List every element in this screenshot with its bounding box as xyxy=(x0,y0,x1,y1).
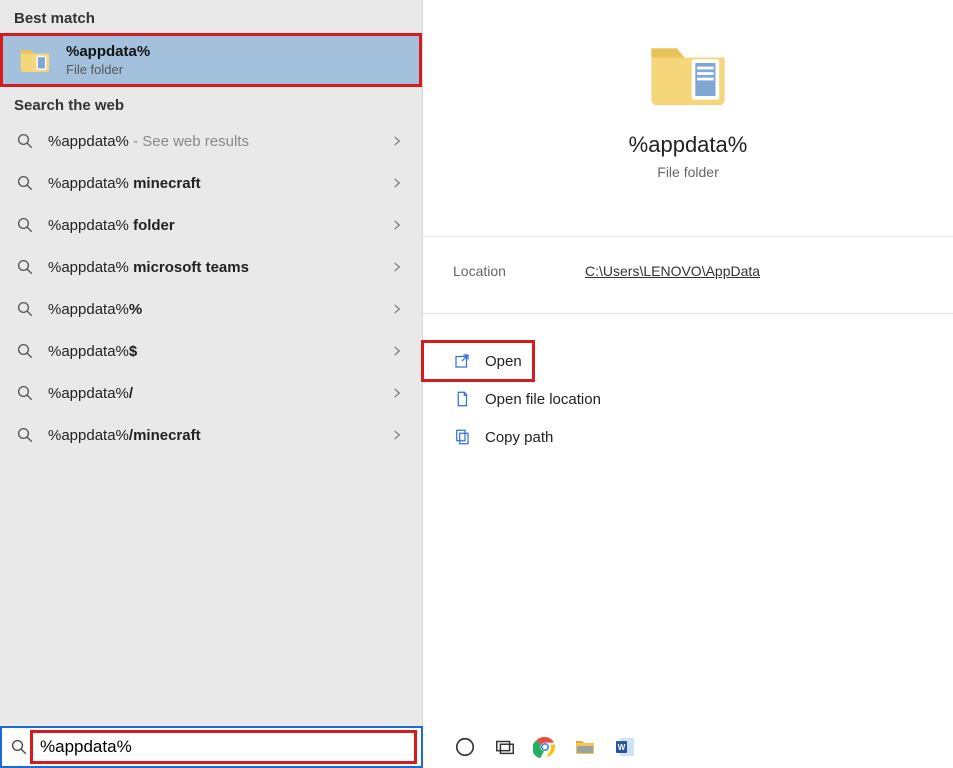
web-result-label: %appdata%$ xyxy=(48,343,137,360)
best-match-subtitle: File folder xyxy=(66,62,150,77)
cortana-icon[interactable] xyxy=(451,733,479,761)
search-icon xyxy=(16,300,34,318)
search-icon xyxy=(16,384,34,402)
web-result-label: %appdata%/ xyxy=(48,385,133,402)
word-icon[interactable]: W xyxy=(611,733,639,761)
search-icon xyxy=(16,132,34,150)
chevron-right-icon xyxy=(390,134,404,148)
best-match-title: %appdata% xyxy=(66,43,150,60)
search-icon xyxy=(16,216,34,234)
chevron-right-icon xyxy=(390,260,404,274)
search-the-web-header: Search the web xyxy=(0,87,422,120)
search-results-panel: Best match %appdata% File folder Search … xyxy=(0,0,423,726)
search-icon xyxy=(16,174,34,192)
search-icon xyxy=(10,738,28,756)
file-explorer-icon[interactable] xyxy=(571,733,599,761)
taskbar-search-box[interactable] xyxy=(0,726,423,768)
folder-icon xyxy=(644,30,732,118)
best-match-result[interactable]: %appdata% File folder xyxy=(0,33,422,87)
chrome-icon[interactable] xyxy=(531,733,559,761)
web-result-label: %appdata% minecraft xyxy=(48,175,201,192)
chevron-right-icon xyxy=(390,344,404,358)
divider xyxy=(423,236,953,237)
chevron-right-icon xyxy=(390,386,404,400)
web-result-item[interactable]: %appdata% microsoft teams xyxy=(0,246,422,288)
location-value[interactable]: C:\Users\LENOVO\AppData xyxy=(585,263,760,279)
details-subtitle: File folder xyxy=(657,164,718,180)
copy-path-label: Copy path xyxy=(485,429,553,446)
file-location-icon xyxy=(453,390,471,408)
search-icon xyxy=(16,258,34,276)
copy-icon xyxy=(453,428,471,446)
chevron-right-icon xyxy=(390,218,404,232)
web-result-label: %appdata%% xyxy=(48,301,142,318)
web-result-item[interactable]: %appdata% folder xyxy=(0,204,422,246)
best-match-header: Best match xyxy=(0,0,422,33)
details-title: %appdata% xyxy=(629,132,748,158)
search-input[interactable] xyxy=(34,733,415,761)
open-icon xyxy=(453,352,471,370)
open-file-location-action[interactable]: Open file location xyxy=(423,380,953,418)
web-result-label: %appdata% - See web results xyxy=(48,133,249,150)
open-action[interactable]: Open xyxy=(423,342,533,380)
chevron-right-icon xyxy=(390,176,404,190)
web-result-item[interactable]: %appdata%/minecraft xyxy=(0,414,422,456)
web-result-item[interactable]: %appdata% minecraft xyxy=(0,162,422,204)
web-results-list: %appdata% - See web results %appdata% min… xyxy=(0,120,422,456)
details-panel: %appdata% File folder Location C:\Users\… xyxy=(423,0,953,726)
task-view-icon[interactable] xyxy=(491,733,519,761)
location-label: Location xyxy=(453,263,585,279)
taskbar-tray: W xyxy=(423,726,953,768)
chevron-right-icon xyxy=(390,302,404,316)
chevron-right-icon xyxy=(390,428,404,442)
divider xyxy=(423,313,953,314)
web-result-item[interactable]: %appdata%/ xyxy=(0,372,422,414)
taskbar: W xyxy=(0,726,953,768)
details-location-row: Location C:\Users\LENOVO\AppData xyxy=(423,255,953,287)
search-icon xyxy=(16,426,34,444)
svg-text:W: W xyxy=(618,743,626,752)
web-result-label: %appdata% microsoft teams xyxy=(48,259,249,276)
web-result-item[interactable]: %appdata%% xyxy=(0,288,422,330)
folder-icon xyxy=(18,43,52,77)
web-result-item[interactable]: %appdata% - See web results xyxy=(0,120,422,162)
web-result-label: %appdata%/minecraft xyxy=(48,427,201,444)
copy-path-action[interactable]: Copy path xyxy=(423,418,953,456)
web-result-label: %appdata% folder xyxy=(48,217,175,234)
search-icon xyxy=(16,342,34,360)
open-label: Open xyxy=(485,353,522,370)
open-file-location-label: Open file location xyxy=(485,391,601,408)
web-result-item[interactable]: %appdata%$ xyxy=(0,330,422,372)
